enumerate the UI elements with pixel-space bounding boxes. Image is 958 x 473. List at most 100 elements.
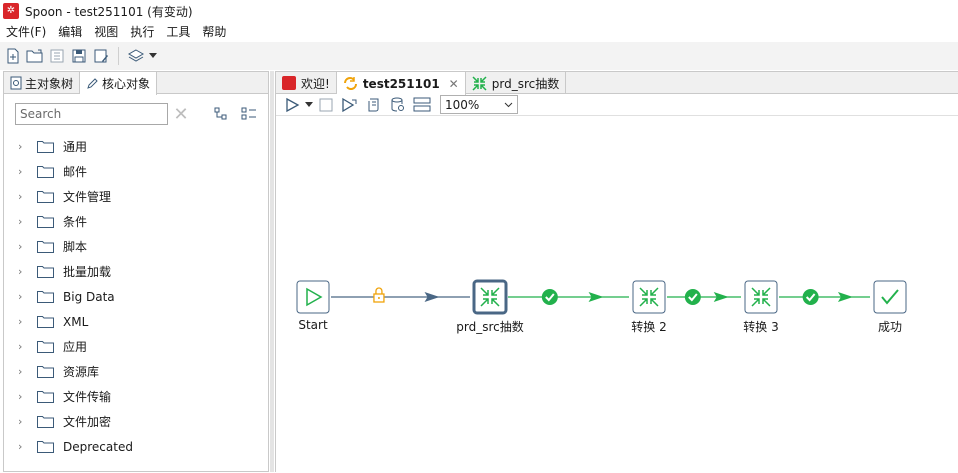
menu-tools[interactable]: 工具 bbox=[160, 22, 196, 42]
tree-item[interactable]: › 通用 bbox=[4, 134, 268, 159]
object-tree-icon bbox=[10, 76, 22, 90]
job-entry-label: 转换 3 bbox=[743, 320, 779, 334]
job-entry-t2 bbox=[632, 280, 666, 314]
save-icon[interactable] bbox=[68, 45, 90, 67]
lock-shackle bbox=[375, 287, 383, 294]
chevron-down-icon bbox=[504, 102, 513, 107]
chevron-right-icon[interactable]: › bbox=[18, 315, 28, 328]
search-tools bbox=[214, 107, 257, 121]
job-canvas[interactable]: Start prd_src抽数 转换 2 转换 3 成功 bbox=[276, 117, 958, 473]
chevron-right-icon[interactable]: › bbox=[18, 140, 28, 153]
tree-item[interactable]: › 应用 bbox=[4, 334, 268, 359]
layers-icon[interactable] bbox=[125, 45, 147, 67]
tree-item[interactable]: › 文件加密 bbox=[4, 409, 268, 434]
folder-icon bbox=[37, 416, 54, 428]
database-search-icon[interactable] bbox=[386, 95, 410, 115]
run-icon[interactable] bbox=[280, 95, 304, 115]
close-icon[interactable]: ✕ bbox=[449, 77, 459, 91]
search-input[interactable] bbox=[15, 103, 168, 125]
tree-item-label: 资源库 bbox=[63, 365, 100, 379]
menu-file[interactable]: 文件(F) bbox=[0, 22, 52, 42]
tree-item-label: 通用 bbox=[63, 140, 88, 154]
success-check-icon bbox=[541, 289, 558, 305]
tree-item-label: 脚本 bbox=[63, 240, 88, 254]
menu-edit[interactable]: 编辑 bbox=[52, 22, 88, 42]
editor-tabs: 欢迎! test251101 ✕ prd_src抽数 bbox=[276, 72, 958, 95]
tree-item-label: 文件管理 bbox=[63, 190, 112, 204]
run-options-arrow-icon[interactable] bbox=[304, 95, 314, 115]
tree-item[interactable]: › Deprecated bbox=[4, 434, 268, 459]
chevron-right-icon[interactable]: › bbox=[18, 240, 28, 253]
tab-prd-src[interactable]: prd_src抽数 bbox=[466, 72, 567, 94]
tree-item[interactable]: › 文件传输 bbox=[4, 384, 268, 409]
folder-icon bbox=[37, 166, 54, 178]
chevron-right-icon[interactable]: › bbox=[18, 440, 28, 453]
tab-label: test251101 bbox=[362, 76, 440, 91]
clear-search-icon[interactable]: ✕ bbox=[173, 104, 189, 125]
collapse-all-icon[interactable] bbox=[241, 107, 257, 121]
tree-item-label: 文件传输 bbox=[63, 390, 112, 404]
open-folder-icon[interactable] bbox=[24, 45, 46, 67]
chevron-right-icon[interactable]: › bbox=[18, 390, 28, 403]
tree-item[interactable]: › 邮件 bbox=[4, 159, 268, 184]
menu-run[interactable]: 执行 bbox=[124, 22, 160, 42]
stop-icon[interactable] bbox=[314, 95, 338, 115]
job-icon bbox=[343, 77, 357, 90]
spoon-icon bbox=[282, 76, 296, 90]
chevron-right-icon[interactable]: › bbox=[18, 340, 28, 353]
layout-icon[interactable] bbox=[410, 95, 434, 115]
lock-keyhole bbox=[377, 297, 380, 299]
tab-test251101[interactable]: test251101 ✕ bbox=[336, 72, 466, 95]
folder-icon bbox=[37, 141, 54, 153]
expand-all-icon[interactable] bbox=[214, 107, 230, 121]
menu-help[interactable]: 帮助 bbox=[196, 22, 232, 42]
tree-item[interactable]: › 脚本 bbox=[4, 234, 268, 259]
preview-icon[interactable] bbox=[338, 95, 362, 115]
save-as-icon[interactable] bbox=[90, 45, 112, 67]
menu-bar: 文件(F) 编辑 视图 执行 工具 帮助 bbox=[0, 22, 958, 42]
tree-item-label: Big Data bbox=[63, 289, 115, 304]
menu-view[interactable]: 视图 bbox=[88, 22, 124, 42]
editor-panel: 欢迎! test251101 ✕ prd_src抽数 100% Start pr… bbox=[275, 71, 958, 472]
panel-splitter[interactable] bbox=[270, 71, 274, 472]
chevron-right-icon[interactable]: › bbox=[18, 415, 28, 428]
tree-item[interactable]: › 批量加载 bbox=[4, 259, 268, 284]
job-entry-prd bbox=[472, 279, 508, 315]
tree-item[interactable]: › 文件管理 bbox=[4, 184, 268, 209]
tab-core-objects[interactable]: 核心对象 bbox=[80, 72, 158, 95]
zoom-value: 100% bbox=[445, 97, 480, 112]
zoom-select[interactable]: 100% bbox=[440, 95, 518, 114]
chevron-right-icon[interactable]: › bbox=[18, 215, 28, 228]
tree-item-label: XML bbox=[63, 314, 89, 329]
tree-item[interactable]: › 资源库 bbox=[4, 359, 268, 384]
tree-item-label: Deprecated bbox=[63, 439, 133, 454]
folder-icon bbox=[37, 366, 54, 378]
tree-item[interactable]: › XML bbox=[4, 309, 268, 334]
dropdown-arrow-icon[interactable] bbox=[147, 45, 159, 67]
folder-icon bbox=[37, 241, 54, 253]
tab-main-object-tree[interactable]: 主对象树 bbox=[4, 72, 81, 94]
chevron-right-icon[interactable]: › bbox=[18, 165, 28, 178]
spoon-icon: ✲ bbox=[3, 3, 19, 19]
tab-welcome[interactable]: 欢迎! bbox=[276, 72, 337, 94]
tree-item-label: 条件 bbox=[63, 215, 88, 229]
success-check-icon bbox=[684, 289, 701, 305]
chevron-right-icon[interactable]: › bbox=[18, 265, 28, 278]
job-graph bbox=[296, 279, 907, 315]
tree-item[interactable]: › 条件 bbox=[4, 209, 268, 234]
new-file-icon[interactable] bbox=[2, 45, 24, 67]
folder-icon bbox=[37, 441, 54, 453]
chevron-right-icon[interactable]: › bbox=[18, 365, 28, 378]
tab-label: prd_src抽数 bbox=[491, 76, 560, 91]
explore-repository-icon[interactable] bbox=[46, 45, 68, 67]
chevron-right-icon[interactable]: › bbox=[18, 290, 28, 303]
job-entry-label: prd_src抽数 bbox=[456, 320, 524, 334]
tree-item[interactable]: › Big Data bbox=[4, 284, 268, 309]
folder-icon bbox=[37, 341, 54, 353]
success-check-icon bbox=[802, 289, 819, 305]
chevron-right-icon[interactable]: › bbox=[18, 190, 28, 203]
job-entry-label: 成功 bbox=[877, 320, 902, 334]
script-icon[interactable] bbox=[362, 95, 386, 115]
title-bar: ✲ Spoon - test251101 (有变动) bbox=[0, 0, 958, 22]
tree-item-label: 批量加载 bbox=[63, 265, 112, 279]
